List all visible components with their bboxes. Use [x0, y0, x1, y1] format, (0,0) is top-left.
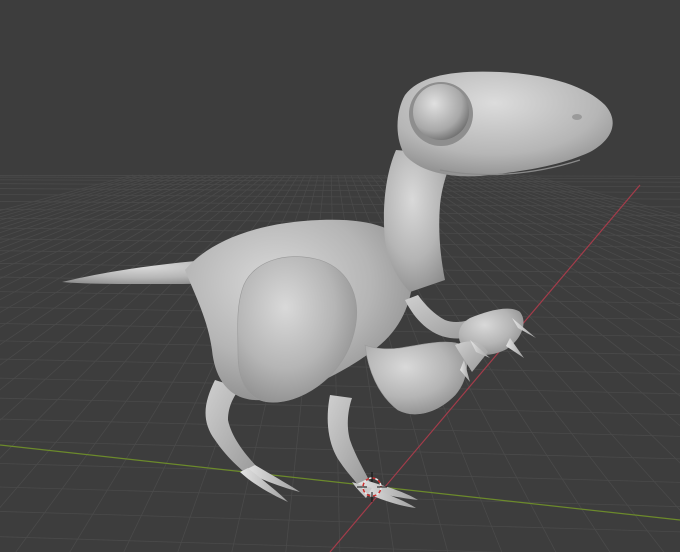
eyeball	[413, 84, 469, 140]
viewport-canvas[interactable]	[0, 0, 680, 552]
3d-viewport[interactable]	[0, 0, 680, 552]
nostril	[572, 114, 582, 120]
